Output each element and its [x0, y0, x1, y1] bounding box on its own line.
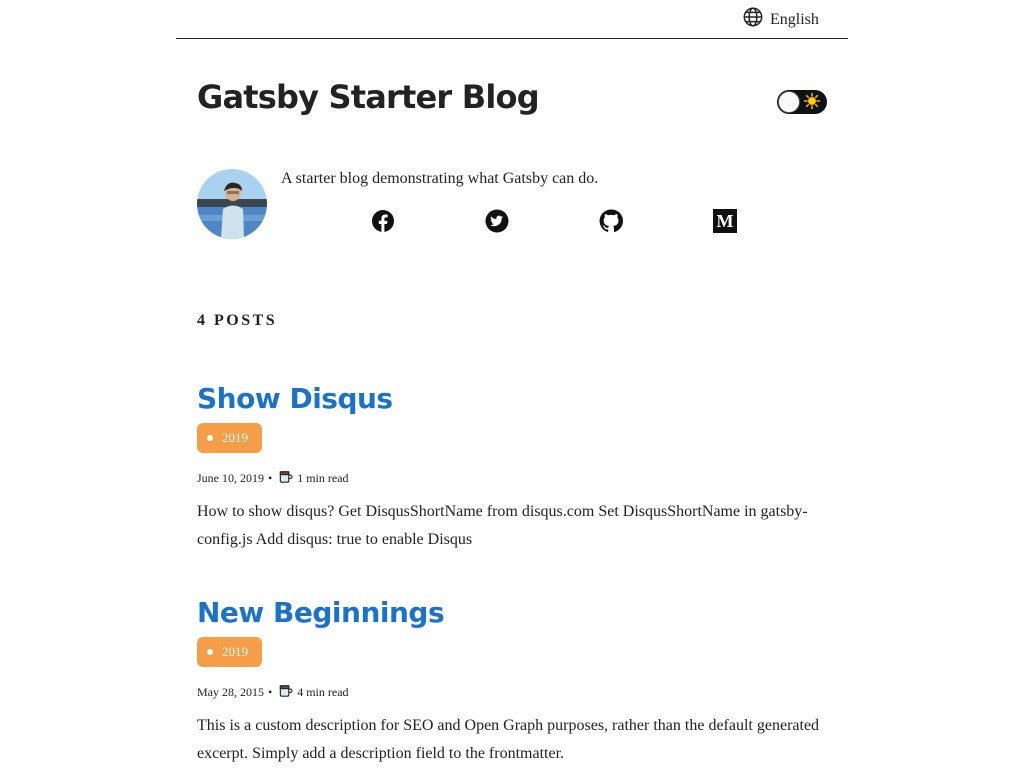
site-title[interactable]: Gatsby Starter Blog: [197, 78, 540, 116]
post-title-link[interactable]: New Beginnings: [197, 597, 445, 629]
globe-icon: [742, 6, 764, 33]
theme-toggle[interactable]: [777, 90, 827, 114]
post-item: Show Disqus 2019 June 10, 2019 • 1 min r…: [197, 383, 837, 554]
github-link[interactable]: [599, 209, 623, 233]
read-time: 4 min read: [297, 685, 349, 699]
post-date: May 28, 2015: [197, 685, 264, 699]
svg-text:M: M: [717, 211, 734, 231]
medium-icon: M: [713, 209, 737, 233]
coffee-cup-icon: [276, 683, 297, 702]
tag-label: 2019: [222, 644, 248, 659]
meta-separator: •: [268, 471, 273, 485]
read-time: 1 min read: [297, 471, 349, 485]
language-bar: English: [176, 0, 848, 39]
posts-count-heading: 4 POSTS: [197, 312, 278, 329]
tag-dot: [207, 435, 213, 441]
language-switcher[interactable]: English: [742, 6, 819, 33]
post-excerpt: This is a custom description for SEO and…: [197, 717, 820, 762]
post-tag[interactable]: 2019: [197, 637, 262, 667]
author-avatar: [197, 169, 267, 239]
post-excerpt: How to show disqus? Get DisqusShortName …: [197, 503, 808, 548]
github-icon: [599, 209, 623, 233]
post-meta: May 28, 2015 • 4 min read: [197, 683, 837, 702]
facebook-icon: [371, 209, 395, 233]
tag-label: 2019: [222, 430, 248, 445]
toggle-thumb: [778, 91, 800, 113]
facebook-link[interactable]: [371, 209, 395, 233]
post-title-link[interactable]: Show Disqus: [197, 383, 393, 415]
language-label: English: [770, 10, 819, 28]
coffee-cup-icon: [276, 469, 297, 488]
post-meta: June 10, 2019 • 1 min read: [197, 469, 837, 488]
author-bio: A starter blog demonstrating what Gatsby…: [281, 170, 599, 187]
meta-separator: •: [268, 685, 273, 699]
twitter-link[interactable]: [485, 209, 509, 233]
post-date: June 10, 2019: [197, 471, 264, 485]
twitter-icon: [485, 209, 509, 233]
post-tag[interactable]: 2019: [197, 423, 262, 453]
post-item: New Beginnings 2019 May 28, 2015 • 4 min…: [197, 597, 837, 768]
tag-dot: [207, 649, 213, 655]
medium-link[interactable]: M: [713, 209, 737, 233]
